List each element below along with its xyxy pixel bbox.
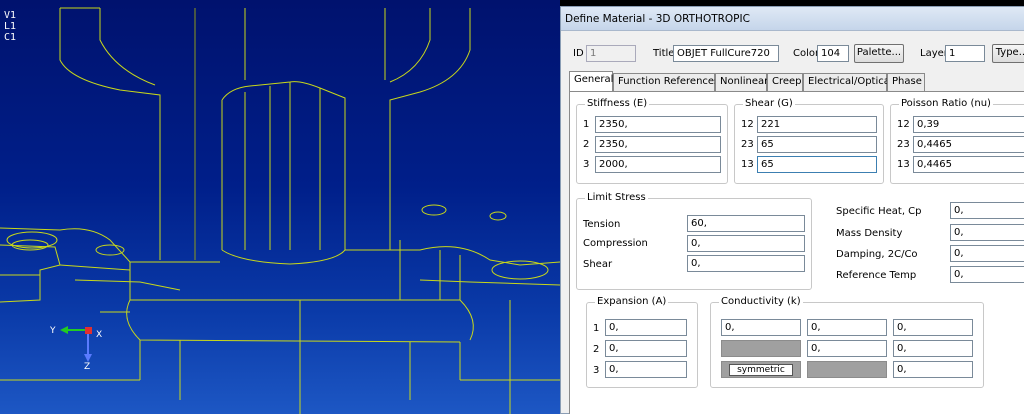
tab-general[interactable]: General: [569, 71, 613, 91]
expansion-index-1: 1: [593, 323, 600, 334]
expansion-title: Expansion (A): [595, 296, 669, 307]
reference-temp-field[interactable]: 0,: [950, 266, 1024, 283]
layer-label: L1: [4, 21, 17, 32]
specific-heat-label: Specific Heat, Cp: [836, 206, 922, 217]
conductivity-k21-disabled: [721, 340, 801, 357]
tab-phase[interactable]: Phase: [887, 73, 925, 91]
symmetric-checkbox[interactable]: symmetric: [729, 364, 793, 376]
view-label: V1: [4, 10, 17, 21]
poisson-nu23-field[interactable]: 0,4465: [913, 136, 1024, 153]
poisson-ratio-title: Poisson Ratio (nu): [899, 98, 993, 109]
tension-field[interactable]: 60,: [687, 215, 805, 232]
stiffness-e3-field[interactable]: 2000,: [595, 156, 721, 173]
dialog-title[interactable]: Define Material - 3D ORTHOTROPIC: [561, 7, 1024, 31]
expansion-a2-field[interactable]: 0,: [605, 340, 687, 357]
shear-stress-field[interactable]: 0,: [687, 255, 805, 272]
poisson-nu13-field[interactable]: 0,4465: [913, 156, 1024, 173]
conductivity-group: Conductivity (k) 0, 0, 0, 0, 0, symmetri…: [710, 296, 984, 388]
conductivity-k11-field[interactable]: 0,: [721, 319, 801, 336]
title-label: Title: [653, 48, 675, 59]
poisson-index-13: 13: [897, 159, 910, 170]
shear-g13-field[interactable]: 65: [757, 156, 877, 173]
limit-stress-group: Limit Stress Tension 60, Compression 0, …: [576, 192, 812, 290]
damping-label: Damping, 2C/Co: [836, 249, 918, 260]
shear-index-23: 23: [741, 139, 754, 150]
stiffness-e2-field[interactable]: 2350,: [595, 136, 721, 153]
damping-field[interactable]: 0,: [950, 245, 1024, 262]
conductivity-k22-field[interactable]: 0,: [807, 340, 887, 357]
expansion-index-3: 3: [593, 365, 600, 376]
shear-index-12: 12: [741, 119, 754, 130]
conductivity-k23-field[interactable]: 0,: [893, 340, 973, 357]
palette-button[interactable]: Palette...: [854, 44, 904, 63]
general-tab-panel: Stiffness (E) 1 2350, 2 2350, 3 2000, Sh…: [569, 91, 1024, 414]
axis-y-label: Y: [50, 326, 56, 336]
model-viewport[interactable]: V1 L1 C1 Y X Z: [0, 0, 560, 414]
limit-stress-title: Limit Stress: [585, 192, 648, 203]
stiffness-index-1: 1: [583, 119, 590, 130]
conductivity-k32-disabled: [807, 361, 887, 378]
expansion-group: Expansion (A) 1 0, 2 0, 3 0,: [586, 296, 698, 388]
id-field[interactable]: 1: [586, 45, 636, 62]
tab-creep[interactable]: Creep: [767, 73, 803, 91]
expansion-index-2: 2: [593, 344, 600, 355]
shear-g23-field[interactable]: 65: [757, 136, 877, 153]
axis-x-label: X: [96, 330, 103, 340]
stiffness-title: Stiffness (E): [585, 98, 650, 109]
axis-z-label: Z: [84, 362, 91, 372]
stiffness-index-3: 3: [583, 159, 590, 170]
color-field[interactable]: 104: [817, 45, 849, 62]
color-label: Color: [793, 48, 820, 59]
tab-nonlinear[interactable]: Nonlinear: [715, 73, 768, 91]
wireframe-model: [0, 7, 560, 414]
tab-function-references[interactable]: Function References: [613, 73, 719, 91]
compression-field[interactable]: 0,: [687, 235, 805, 252]
conductivity-k33-field[interactable]: 0,: [893, 361, 973, 378]
poisson-nu12-field[interactable]: 0,39: [913, 116, 1024, 133]
conductivity-k13-field[interactable]: 0,: [893, 319, 973, 336]
define-material-dialog: Define Material - 3D ORTHOTROPIC ID 1 Ti…: [560, 6, 1024, 414]
id-label: ID: [573, 48, 584, 59]
shear-modulus-title: Shear (G): [743, 98, 795, 109]
layer-label: Layer: [920, 48, 948, 59]
shear-index-13: 13: [741, 159, 754, 170]
view-labels: V1 L1 C1: [4, 10, 16, 43]
shear-stress-label: Shear: [583, 259, 613, 270]
conductivity-k12-field[interactable]: 0,: [807, 319, 887, 336]
shear-g12-field[interactable]: 221: [757, 116, 877, 133]
mass-density-field[interactable]: 0,: [950, 224, 1024, 241]
stiffness-index-2: 2: [583, 139, 590, 150]
shear-modulus-group: Shear (G) 12 221 23 65 13 65: [734, 98, 884, 184]
color-label: C1: [4, 32, 17, 43]
poisson-ratio-group: Poisson Ratio (nu) 12 0,39 23 0,4465 13 …: [890, 98, 1024, 184]
stiffness-group: Stiffness (E) 1 2350, 2 2350, 3 2000,: [576, 98, 728, 184]
expansion-a1-field[interactable]: 0,: [605, 319, 687, 336]
compression-label: Compression: [583, 238, 648, 249]
tension-label: Tension: [583, 219, 621, 230]
layer-field[interactable]: 1: [945, 45, 985, 62]
reference-temp-label: Reference Temp: [836, 270, 917, 281]
poisson-index-12: 12: [897, 119, 910, 130]
type-button[interactable]: Type...: [992, 44, 1024, 63]
title-field[interactable]: OBJET FullCure720: [673, 45, 779, 62]
poisson-index-23: 23: [897, 139, 910, 150]
specific-heat-field[interactable]: 0,: [950, 202, 1024, 219]
tab-electrical-optical[interactable]: Electrical/Optical: [803, 73, 893, 91]
expansion-a3-field[interactable]: 0,: [605, 361, 687, 378]
stiffness-e1-field[interactable]: 2350,: [595, 116, 721, 133]
conductivity-title: Conductivity (k): [719, 296, 803, 307]
mass-density-label: Mass Density: [836, 228, 903, 239]
